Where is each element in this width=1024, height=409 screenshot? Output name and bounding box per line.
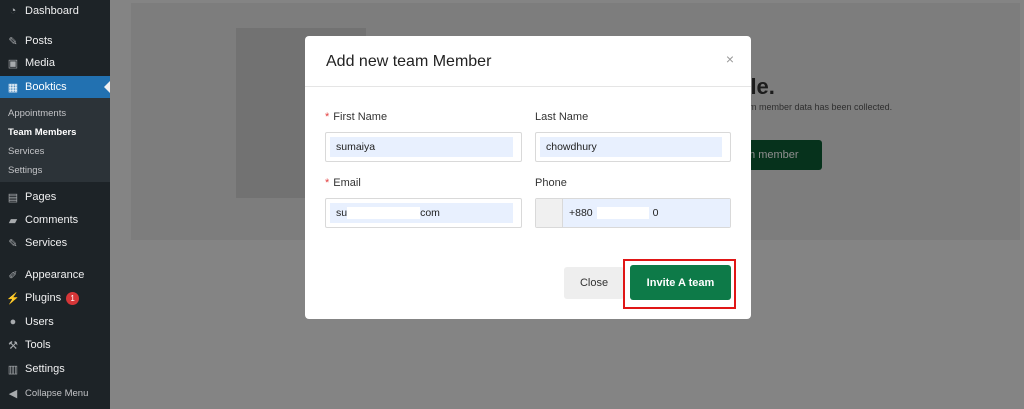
sidebar-item-dashboard[interactable]: ◔ Dashboard [0, 0, 110, 22]
first-name-value: sumaiya [330, 137, 513, 157]
sidebar-item-label: Comments [25, 214, 79, 226]
submenu-item-services[interactable]: Services [8, 146, 44, 157]
redacted-block [596, 207, 649, 220]
pin-icon: ✎ [8, 35, 18, 48]
sidebar-item-label: Dashboard [25, 5, 79, 17]
sidebar-item-tools[interactable]: ⚒ Tools [0, 334, 110, 356]
sidebar-item-label: Tools [25, 339, 51, 351]
submenu-item-team-members[interactable]: Team Members [8, 127, 76, 138]
sidebar-item-label: Settings [25, 363, 65, 375]
required-mark: * [325, 111, 330, 123]
dashboard-icon: ◔ [9, 5, 17, 17]
sidebar-item-pages[interactable]: ▤ Pages [0, 186, 110, 208]
sidebar-item-services[interactable]: ✎ Services [0, 232, 110, 254]
submenu-item-settings[interactable]: Settings [8, 165, 42, 176]
booktics-submenu: Appointments Team Members Services Setti… [0, 98, 110, 182]
phone-label: Phone [535, 177, 567, 189]
sidebar-item-booktics[interactable]: ▦ Booktics [0, 76, 110, 98]
sidebar-item-label: Media [25, 57, 55, 69]
redacted-block [347, 207, 421, 220]
last-name-label: Last Name [535, 111, 589, 123]
sidebar-item-plugins[interactable]: ⚡ Plugins 1 [0, 287, 110, 309]
modal-title: Add new team Member [326, 53, 492, 70]
sidebar-item-posts[interactable]: ✎ Posts [0, 30, 110, 52]
calendar-icon: ▦ [7, 81, 19, 94]
pin-icon: ✎ [8, 237, 18, 250]
submenu-item-appointments[interactable]: Appointments [8, 108, 66, 119]
close-button[interactable]: Close [564, 267, 624, 299]
settings-icon: ▥ [7, 363, 19, 376]
invite-team-button[interactable]: Invite A team [630, 265, 731, 300]
admin-sidebar: ◔ Dashboard ✎ Posts ▣ Media ▦ Booktics A… [0, 0, 110, 409]
email-label: * Email [325, 177, 361, 189]
sidebar-item-appearance[interactable]: ✐ Appearance [0, 264, 110, 286]
sidebar-item-label: Users [25, 316, 54, 328]
email-field[interactable]: su com [325, 198, 522, 228]
sidebar-item-label: Posts [25, 35, 53, 47]
collapse-icon: ◀ [8, 387, 18, 400]
phone-field[interactable]: +880 0 [535, 198, 731, 228]
email-value: su com [330, 203, 513, 223]
sidebar-item-label: Plugins [25, 292, 62, 304]
required-mark: * [325, 177, 330, 189]
country-code-selector[interactable] [536, 199, 563, 227]
sidebar-item-label: Appearance [25, 269, 85, 281]
sidebar-item-label: Pages [25, 191, 57, 203]
modal-header: Add new team Member × [305, 36, 751, 87]
last-name-field[interactable]: chowdhury [535, 132, 731, 162]
collapse-menu-button[interactable]: ◀ Collapse Menu [0, 382, 110, 404]
plugin-icon: ⚡ [6, 292, 20, 305]
first-name-field[interactable]: sumaiya [325, 132, 522, 162]
first-name-label: * First Name [325, 111, 388, 123]
comment-icon: ▰ [8, 214, 18, 227]
plugins-update-badge: 1 [66, 291, 80, 305]
last-name-value: chowdhury [540, 137, 722, 157]
wrench-icon: ⚒ [8, 339, 18, 352]
sidebar-item-label: Services [25, 237, 68, 249]
add-team-member-modal: Add new team Member × * First Name sumaiy… [305, 36, 751, 319]
sidebar-item-users[interactable]: ● Users [0, 311, 110, 333]
sidebar-item-comments[interactable]: ▰ Comments [0, 209, 110, 231]
media-icon: ▣ [7, 57, 19, 70]
sidebar-item-label: Booktics [25, 81, 67, 93]
brush-icon: ✐ [8, 269, 18, 282]
user-icon: ● [9, 316, 17, 328]
page-icon: ▤ [7, 191, 19, 204]
sidebar-item-media[interactable]: ▣ Media [0, 52, 110, 74]
sidebar-item-settings[interactable]: ▥ Settings [0, 358, 110, 380]
phone-value: +880 0 [563, 199, 730, 227]
close-icon[interactable]: × [723, 52, 737, 66]
sidebar-item-label: Collapse Menu [25, 387, 89, 399]
